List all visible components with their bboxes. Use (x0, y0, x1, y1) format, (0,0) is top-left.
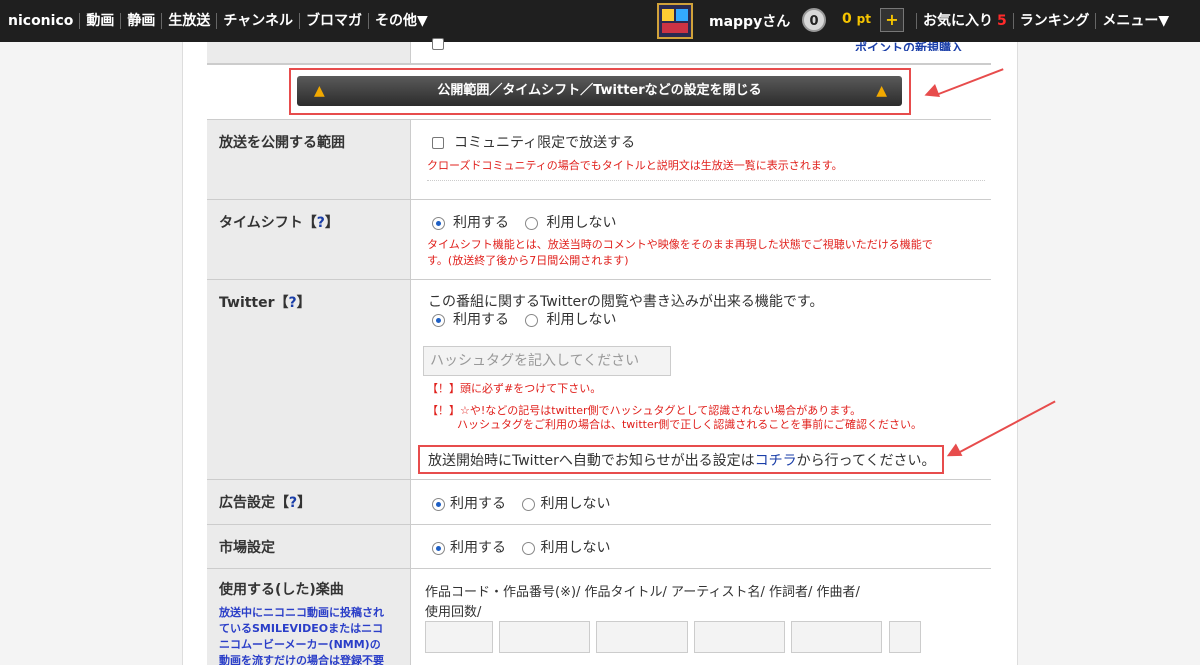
menu-dropdown[interactable]: メニュー▼ (1095, 13, 1175, 29)
timeshift-note-line1: タイムシフト機能とは、放送当時のコメントや映像をそのまま再現した状態でご視聴いた… (427, 238, 933, 251)
scope-label: 放送を公開する範囲 (207, 120, 411, 199)
music-columns-header-2: 使用回数/ (425, 605, 482, 620)
market-label: 市場設定 (207, 525, 411, 568)
twitter-nouse-radio[interactable] (525, 313, 539, 327)
partial-checkbox[interactable] (432, 38, 444, 50)
nav-blomaga[interactable]: ブロマガ (298, 13, 368, 29)
timeshift-help-link[interactable]: ? (317, 215, 325, 231)
username[interactable]: mappyさん (709, 11, 790, 31)
twitter-label: Twitter【 (219, 295, 289, 311)
timeshift-note-line2: す。(放送終了後から7日間公開されます) (427, 254, 629, 267)
music-lyricist-input[interactable] (694, 621, 785, 653)
nav-live[interactable]: 生放送 (161, 13, 216, 29)
music-count-input[interactable] (889, 621, 921, 653)
music-sub-line3: ニコムービーメーカー(NMM)の (219, 638, 381, 651)
nav-niconico[interactable]: niconico (0, 13, 79, 29)
market-row: 市場設定 利用する 利用しない (207, 525, 991, 569)
highlight-box (418, 445, 944, 474)
ads-label: 広告設定【 (219, 495, 289, 511)
music-columns-header: 作品コード・作品番号(※)/ 作品タイトル/ アーティスト名/ 作詞者/ 作曲者… (425, 585, 860, 600)
avatar[interactable] (657, 3, 693, 39)
music-title-input[interactable] (499, 621, 590, 653)
music-code-input[interactable] (425, 621, 493, 653)
ads-help-link[interactable]: ? (289, 495, 297, 511)
twitter-help-link[interactable]: ? (289, 295, 297, 311)
timeshift-label: タイムシフト【 (219, 215, 317, 231)
nav-other[interactable]: その他▼ (367, 13, 434, 29)
nav-video[interactable]: 動画 (79, 13, 120, 29)
timeshift-use-radio[interactable] (432, 216, 445, 230)
hashtag-warning-1: 【！】頭に必ず#をつけて下さい。 (427, 382, 602, 395)
points-value: 0 (842, 11, 852, 27)
add-points-button[interactable]: + (880, 8, 904, 32)
music-artist-input[interactable] (596, 621, 688, 653)
partial-row: ポイントの新規購入 (207, 38, 991, 64)
timeshift-row: タイムシフト【?】 利用する 利用しない タイムシフト機能とは、放送当時のコメン… (207, 200, 991, 280)
music-sub-line2: ているSMILEVIDEOまたはニコ (219, 622, 384, 635)
ads-row: 広告設定【?】 利用する 利用しない (207, 480, 991, 525)
music-sub-line1: 放送中にニコニコ動画に投稿され (219, 606, 384, 619)
music-label: 使用する(した)楽曲 (219, 582, 344, 598)
twitter-desc: この番組に関するTwitterの閲覧や書き込みが出来る機能です。 (428, 294, 824, 310)
ads-use-radio[interactable] (432, 497, 445, 511)
music-sub-line4: 動画を流すだけの場合は登録不要 (219, 654, 384, 665)
favorites-label: お気に入り (923, 13, 993, 29)
twitter-use-radio[interactable] (432, 313, 445, 327)
ranking-link[interactable]: ランキング (1012, 13, 1096, 29)
notification-badge[interactable]: 0 (802, 8, 826, 32)
scope-row: 放送を公開する範囲 コミュニティ限定で放送する クローズドコミュニティの場合でも… (207, 120, 991, 200)
user-nav: お気に入り 5 ランキング メニュー▼ (916, 0, 1175, 42)
hashtag-input[interactable]: ハッシュタグを記入してください (423, 346, 671, 376)
timeshift-nouse-radio[interactable] (525, 216, 539, 230)
market-use-radio[interactable] (432, 541, 445, 555)
favorites-link[interactable]: お気に入り 5 (916, 13, 1013, 29)
community-only-label: コミュニティ限定で放送する (454, 135, 636, 151)
music-composer-input[interactable] (791, 621, 882, 653)
points-unit: pt (856, 12, 871, 26)
global-nav: niconico 動画 静画 生放送 チャンネル ブロマガ その他▼ (0, 0, 434, 42)
market-nouse-radio[interactable] (522, 541, 536, 555)
hashtag-warning-3: ハッシュタグをご利用の場合は、twitter側で正しく認識されることを事前にご確… (457, 418, 923, 431)
highlight-box (289, 68, 911, 115)
nav-seiga[interactable]: 静画 (120, 13, 161, 29)
scope-note: クローズドコミュニティの場合でもタイトルと説明文は生放送一覧に表示されます。 (427, 159, 843, 172)
global-header: niconico 動画 静画 生放送 チャンネル ブロマガ その他▼ mappy… (0, 0, 1200, 42)
divider (427, 180, 985, 181)
community-only-checkbox[interactable] (432, 137, 444, 149)
favorites-count: 5 (997, 13, 1007, 29)
nav-channel[interactable]: チャンネル (216, 13, 299, 29)
points-display: 0 pt (842, 11, 871, 27)
ads-nouse-radio[interactable] (522, 497, 536, 511)
buy-points-link[interactable]: ポイントの新規購入 (855, 39, 963, 51)
